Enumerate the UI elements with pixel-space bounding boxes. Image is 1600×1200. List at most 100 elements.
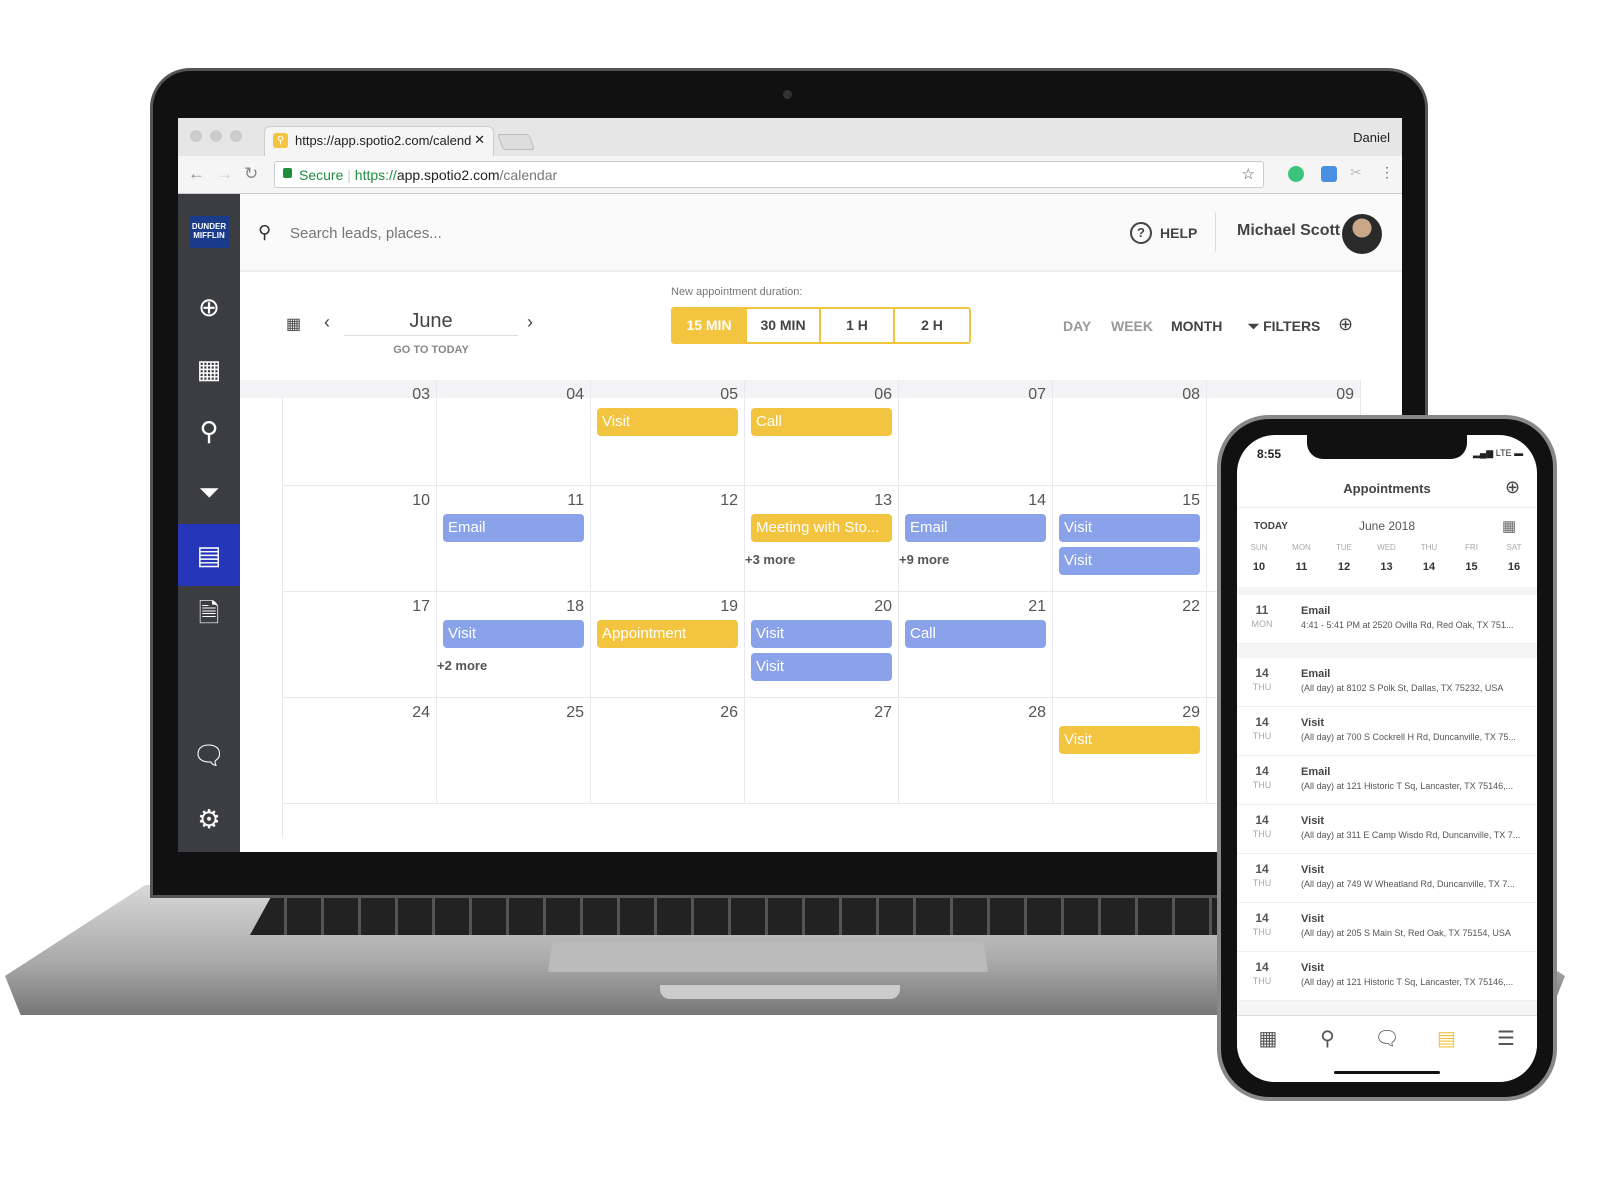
- day-cell[interactable]: 17: [283, 592, 437, 698]
- view-day-tab[interactable]: DAY: [1063, 318, 1091, 334]
- maximize-window-button[interactable]: [230, 130, 242, 142]
- appointment-item[interactable]: 14 THU Email (All day) at 121 Historic T Sq…: [1237, 756, 1537, 805]
- calendar-event[interactable]: Email: [443, 514, 584, 542]
- address-bar[interactable]: Secure | https://app.spotio2.com/calenda…: [274, 161, 1264, 188]
- appointment-item[interactable]: 14 THU Visit (All day) at 205 S Main St, Re…: [1237, 903, 1537, 952]
- sidebar-item-settings[interactable]: ⚙: [178, 788, 240, 850]
- avatar[interactable]: [1342, 214, 1382, 254]
- day-cell[interactable]: 24: [283, 698, 437, 804]
- search-input[interactable]: [290, 220, 690, 246]
- day-cell[interactable]: 28: [899, 698, 1053, 804]
- appointment-item[interactable]: 11 MON Email 4:41 - 5:41 PM at 2520 Ovilla …: [1237, 595, 1537, 644]
- day-cell[interactable]: 14 Email +9 more: [899, 486, 1053, 592]
- view-month-tab[interactable]: MONTH: [1171, 318, 1222, 334]
- calendar-event[interactable]: Visit: [1059, 514, 1200, 542]
- sidebar-item-funnel[interactable]: ⏷: [178, 462, 240, 524]
- calendar-event[interactable]: Visit: [443, 620, 584, 648]
- day-cell[interactable]: 13 Meeting with Sto... +3 more: [745, 486, 899, 592]
- sidebar-item-dashboard[interactable]: ▦: [178, 338, 240, 400]
- day-cell[interactable]: 04: [437, 380, 591, 486]
- day-cell[interactable]: 06 Call: [745, 380, 899, 486]
- back-icon[interactable]: ←: [188, 164, 205, 184]
- view-week-tab[interactable]: WEEK: [1111, 318, 1153, 334]
- day-cell[interactable]: 25: [437, 698, 591, 804]
- duration-option[interactable]: 15 MIN: [673, 309, 747, 342]
- filters-button[interactable]: ⏷ FILTERS: [1248, 318, 1320, 335]
- new-tab-button[interactable]: [497, 134, 535, 150]
- appointment-item[interactable]: 14 THU Visit (All day) at 749 W Wheatland R…: [1237, 854, 1537, 903]
- more-events-link[interactable]: +9 more: [899, 552, 949, 567]
- appointment-item[interactable]: 14 THU Visit (All day) at 311 E Camp Wisdo …: [1237, 805, 1537, 854]
- more-events-link[interactable]: +3 more: [745, 552, 795, 567]
- day-cell[interactable]: 26: [591, 698, 745, 804]
- day-cell[interactable]: 07: [899, 380, 1053, 486]
- week-day-number[interactable]: 14: [1415, 561, 1443, 573]
- grammarly-extension-icon[interactable]: [1288, 166, 1304, 182]
- day-cell[interactable]: 19 Appointment: [591, 592, 745, 698]
- go-to-today-link[interactable]: GO TO TODAY: [344, 344, 518, 356]
- sidebar-item-map[interactable]: ⚲: [178, 400, 240, 462]
- day-cell[interactable]: 27: [745, 698, 899, 804]
- calendar-event[interactable]: Visit: [597, 408, 738, 436]
- bookmark-star-icon[interactable]: ☆: [1242, 165, 1255, 183]
- day-cell[interactable]: 05 Visit: [591, 380, 745, 486]
- browser-tab[interactable]: ⚲ https://app.spotio2.com/calend ✕: [264, 126, 494, 156]
- day-cell[interactable]: 08: [1053, 380, 1207, 486]
- week-day-number[interactable]: 13: [1373, 561, 1401, 573]
- user-name[interactable]: Michael Scott: [1237, 222, 1340, 240]
- day-cell[interactable]: 11 Email: [437, 486, 591, 592]
- day-cell[interactable]: 18 Visit +2 more: [437, 592, 591, 698]
- reload-icon[interactable]: ↻: [244, 164, 258, 184]
- duration-option[interactable]: 30 MIN: [747, 309, 821, 342]
- appointment-item[interactable]: 14 THU Visit (All day) at 700 S Cockrell H …: [1237, 707, 1537, 756]
- calendar-event[interactable]: Call: [905, 620, 1046, 648]
- close-window-button[interactable]: [190, 130, 202, 142]
- calendar-picker-icon[interactable]: ▦: [1502, 517, 1516, 535]
- calendar-event[interactable]: Call: [751, 408, 892, 436]
- more-events-link[interactable]: +2 more: [437, 658, 487, 673]
- extension-icon[interactable]: [1321, 166, 1337, 182]
- day-cell[interactable]: 21 Call: [899, 592, 1053, 698]
- calendar-event[interactable]: Visit: [751, 620, 892, 648]
- sidebar-item-documents[interactable]: 🗎: [178, 586, 240, 648]
- next-month-button[interactable]: ›: [527, 312, 533, 333]
- day-cell[interactable]: 15 Visit Visit: [1053, 486, 1207, 592]
- calendar-event[interactable]: Visit: [751, 653, 892, 681]
- tab-menu-icon[interactable]: ☰: [1486, 1026, 1526, 1051]
- duration-option[interactable]: 2 H: [895, 309, 969, 342]
- minimize-window-button[interactable]: [210, 130, 222, 142]
- calendar-event[interactable]: Meeting with Sto...: [751, 514, 892, 542]
- day-cell[interactable]: 29 Visit: [1053, 698, 1207, 804]
- tab-dashboard-icon[interactable]: ▦: [1248, 1026, 1288, 1051]
- calendar-event[interactable]: Visit: [1059, 726, 1200, 754]
- week-day-number[interactable]: 15: [1458, 561, 1486, 573]
- previous-month-button[interactable]: ‹: [324, 312, 330, 333]
- forward-icon[interactable]: →: [216, 164, 233, 184]
- week-day-number[interactable]: 16: [1500, 561, 1528, 573]
- day-cell[interactable]: 03: [283, 380, 437, 486]
- appointment-item[interactable]: 14 THU Email (All day) at 8102 S Polk St, D…: [1237, 658, 1537, 707]
- week-day-number[interactable]: 11: [1288, 561, 1316, 573]
- calendar-event[interactable]: Email: [905, 514, 1046, 542]
- sidebar-item-calendar[interactable]: ▤: [178, 524, 240, 586]
- week-day-number[interactable]: 10: [1245, 561, 1273, 573]
- close-tab-icon[interactable]: ✕: [474, 132, 485, 148]
- help-button[interactable]: ? HELP: [1130, 222, 1197, 244]
- sidebar-item-chat[interactable]: 🗨: [178, 724, 240, 786]
- tab-map-icon[interactable]: ⚲: [1308, 1026, 1348, 1051]
- day-cell[interactable]: 20 Visit Visit: [745, 592, 899, 698]
- sidebar-item-add[interactable]: ⊕: [178, 276, 240, 338]
- tab-calendar-icon[interactable]: ▤: [1427, 1026, 1467, 1051]
- add-appointment-icon[interactable]: ⊕: [1505, 477, 1520, 498]
- dunder-mifflin-logo[interactable]: DUNDER MIFFLIN: [189, 216, 229, 248]
- calendar-event[interactable]: Visit: [1059, 547, 1200, 575]
- add-appointment-icon[interactable]: ⊕: [1338, 314, 1353, 335]
- day-cell[interactable]: 10: [283, 486, 437, 592]
- week-day-number[interactable]: 12: [1330, 561, 1358, 573]
- calendar-event[interactable]: Appointment: [597, 620, 738, 648]
- browser-profile[interactable]: Daniel: [1353, 130, 1390, 145]
- browser-menu-icon[interactable]: ⋮: [1380, 164, 1394, 181]
- day-cell[interactable]: 22: [1053, 592, 1207, 698]
- tab-chat-icon[interactable]: 🗨: [1367, 1026, 1407, 1051]
- duration-option[interactable]: 1 H: [821, 309, 895, 342]
